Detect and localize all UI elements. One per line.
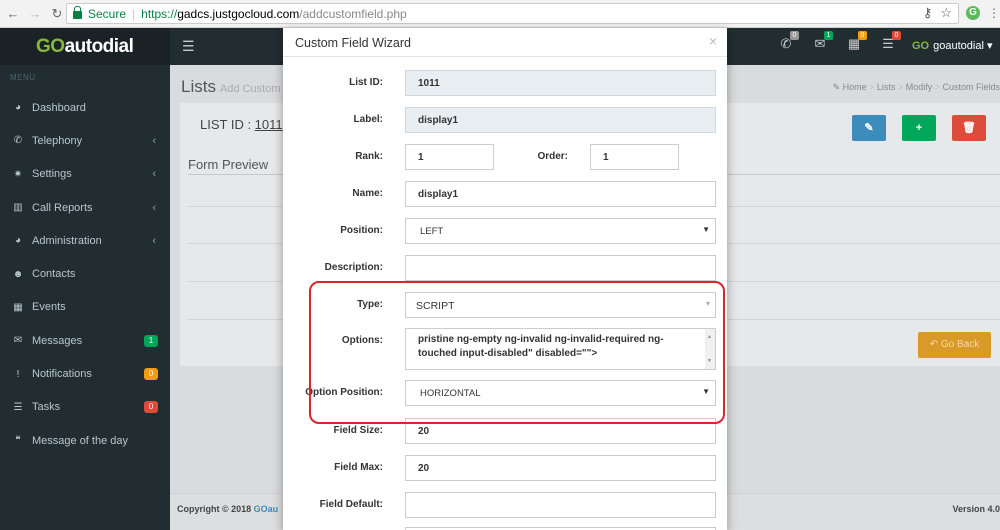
sidebar-item-label: Tasks — [32, 401, 61, 414]
chevron-down-icon: ▼ — [702, 225, 710, 234]
description-field[interactable] — [405, 255, 716, 281]
rank-label: Rank: — [355, 151, 383, 162]
forward-icon[interactable]: → — [26, 5, 44, 23]
url-host: gadcs.justgocloud.com — [177, 6, 300, 21]
star-icon[interactable]: ☆ — [940, 5, 952, 21]
sidebar-item-label: Contacts — [32, 268, 76, 281]
field-max-label: Field Max: — [334, 462, 383, 473]
position-select[interactable]: LEFT ▼ — [405, 218, 716, 244]
url-scheme: https:// — [141, 6, 178, 21]
rank-field[interactable]: 1 — [405, 144, 494, 170]
bar-chart-icon: ▥ — [13, 202, 23, 214]
sidebar-item-events[interactable]: ▦ Events — [0, 291, 170, 324]
tasks-icon: ☰ — [13, 401, 23, 413]
sidebar-item-telephony[interactable]: ✆ Telephony ‹ — [0, 124, 170, 157]
phone-icon: ✆ — [13, 135, 23, 147]
key-icon[interactable]: ⚷ — [923, 5, 933, 21]
sidebar-item-label: Dashboard — [32, 101, 86, 114]
menu-heading: MENU — [10, 73, 36, 82]
sidebar: MENU ◕ Dashboard ✆ Telephony ‹ ✷ Settings ‹ ▥ Cal… — [0, 65, 170, 530]
dashboard-icon: ◕ — [14, 235, 22, 247]
sidebar-item-label: Administration — [32, 234, 102, 247]
position-label: Position: — [340, 225, 383, 236]
label-label: Label: — [353, 114, 383, 125]
label-field[interactable]: display1 — [405, 107, 716, 133]
exclamation-icon: ! — [16, 368, 20, 380]
order-label: Order: — [537, 151, 568, 162]
count-badge: 0 — [144, 401, 158, 414]
users-icon: ☻ — [12, 268, 24, 280]
secure-label: Secure — [88, 6, 127, 21]
count-badge: 0 — [144, 368, 158, 381]
modal-title: Custom Field Wizard — [283, 28, 727, 57]
chevron-left-icon: ‹ — [152, 201, 156, 214]
browser-toolbar: ← → ↻ Secure | https:// gadcs.justgoclou… — [0, 0, 1000, 28]
highlight-annotation — [309, 281, 725, 424]
calendar-icon: ▦ — [13, 301, 23, 313]
back-icon[interactable]: ← — [4, 5, 22, 23]
name-field[interactable]: display1 — [405, 181, 716, 207]
dashboard-icon: ◕ — [14, 102, 22, 114]
list-id-label: List ID: — [349, 77, 383, 88]
list-id-field[interactable]: 1011 — [405, 70, 716, 96]
count-badge: 1 — [144, 334, 158, 347]
order-field[interactable]: 1 — [590, 144, 679, 170]
custom-field-wizard-modal: Custom Field Wizard × List ID: 1011 Labe… — [283, 28, 727, 530]
quote-icon: ❝ — [15, 435, 21, 447]
sidebar-item-dashboard[interactable]: ◕ Dashboard — [0, 91, 170, 124]
sidebar-item-label: Messages — [32, 334, 83, 347]
sidebar-item-label: Notifications — [32, 368, 92, 381]
sidebar-item-label: Message of the day — [32, 434, 129, 447]
description-label: Description: — [324, 262, 383, 273]
field-max-field[interactable]: 20 — [405, 455, 716, 481]
gear-icon: ✷ — [13, 168, 23, 180]
address-bar[interactable]: Secure | https:// gadcs.justgocloud.com … — [66, 3, 959, 24]
sidebar-item-label: Events — [32, 301, 66, 314]
sidebar-item-label: Call Reports — [32, 201, 93, 214]
sidebar-item-administration[interactable]: ◕ Administration ‹ — [0, 224, 170, 257]
logo[interactable]: GOautodial — [0, 28, 170, 65]
name-label: Name: — [352, 188, 383, 199]
sidebar-item-label: Settings — [32, 168, 72, 181]
url-path: /addcustomfield.php — [299, 6, 407, 21]
sidebar-item-notifications[interactable]: ! Notifications 0 — [0, 357, 170, 390]
field-default-field[interactable] — [405, 492, 716, 518]
chevron-left-icon: ‹ — [152, 234, 156, 247]
close-icon[interactable]: × — [709, 33, 717, 49]
chevron-left-icon: ‹ — [152, 134, 156, 147]
extension-icon[interactable]: G — [966, 6, 980, 20]
address-separator: | — [132, 6, 136, 21]
lock-icon — [73, 5, 82, 19]
sidebar-item-contacts[interactable]: ☻ Contacts — [0, 257, 170, 290]
field-size-label: Field Size: — [333, 425, 383, 436]
sidebar-item-messages[interactable]: ✉ Messages 1 — [0, 324, 170, 357]
sidebar-item-tasks[interactable]: ☰ Tasks 0 — [0, 391, 170, 424]
envelope-icon: ✉ — [13, 335, 23, 347]
chevron-left-icon: ‹ — [152, 168, 156, 181]
sidebar-item-call-reports[interactable]: ▥ Call Reports ‹ — [0, 191, 170, 224]
field-default-label: Field Default: — [319, 499, 383, 510]
sidebar-item-settings[interactable]: ✷ Settings ‹ — [0, 158, 170, 191]
reload-icon[interactable]: ↻ — [48, 5, 66, 23]
sidebar-item-message-of-the-day[interactable]: ❝ Message of the day — [0, 424, 170, 457]
browser-menu-icon[interactable]: ⋮ — [988, 6, 1000, 20]
sidebar-item-label: Telephony — [32, 134, 83, 147]
